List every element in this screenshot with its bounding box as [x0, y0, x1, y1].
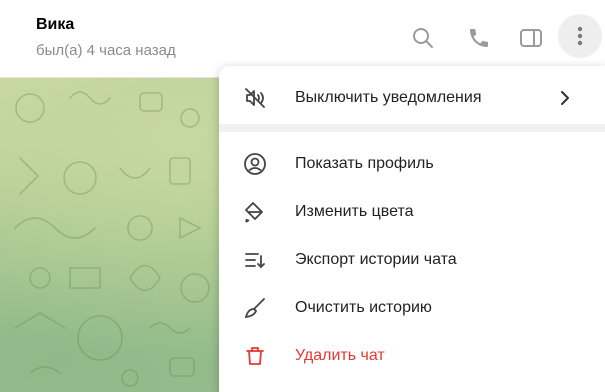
more-menu-button[interactable]: [558, 14, 602, 58]
phone-icon[interactable]: [465, 24, 493, 52]
export-icon: [243, 248, 267, 272]
menu-item-label: Показать профиль: [295, 155, 434, 172]
menu-item-label: Выключить уведомления: [295, 89, 482, 106]
trash-icon: [243, 344, 267, 368]
more-vertical-icon: [577, 26, 583, 46]
menu-item-label: Экспорт истории чата: [295, 251, 457, 268]
menu-item-mute[interactable]: Выключить уведомления: [219, 74, 605, 122]
chevron-right-icon: [559, 88, 571, 113]
chat-options-menu: Выключить уведомления Показать профиль И…: [219, 66, 605, 392]
paint-bucket-icon: [243, 200, 267, 224]
menu-item-clear-history[interactable]: Очистить историю: [219, 284, 605, 332]
menu-divider: [219, 124, 605, 132]
bell-off-icon: [243, 86, 267, 110]
sidebar-toggle-icon[interactable]: [517, 24, 545, 52]
menu-item-export-history[interactable]: Экспорт истории чата: [219, 236, 605, 284]
menu-item-label: Удалить чат: [295, 347, 385, 364]
search-icon[interactable]: [409, 24, 437, 52]
menu-item-change-colors[interactable]: Изменить цвета: [219, 188, 605, 236]
menu-item-label: Очистить историю: [295, 299, 432, 316]
menu-item-delete-chat[interactable]: Удалить чат: [219, 332, 605, 380]
menu-item-label: Изменить цвета: [295, 203, 414, 220]
chat-title[interactable]: Вика: [36, 16, 74, 34]
menu-item-show-profile[interactable]: Показать профиль: [219, 140, 605, 188]
profile-icon: [243, 152, 267, 176]
broom-icon: [243, 296, 267, 320]
chat-status: был(а) 4 часа назад: [36, 42, 176, 59]
